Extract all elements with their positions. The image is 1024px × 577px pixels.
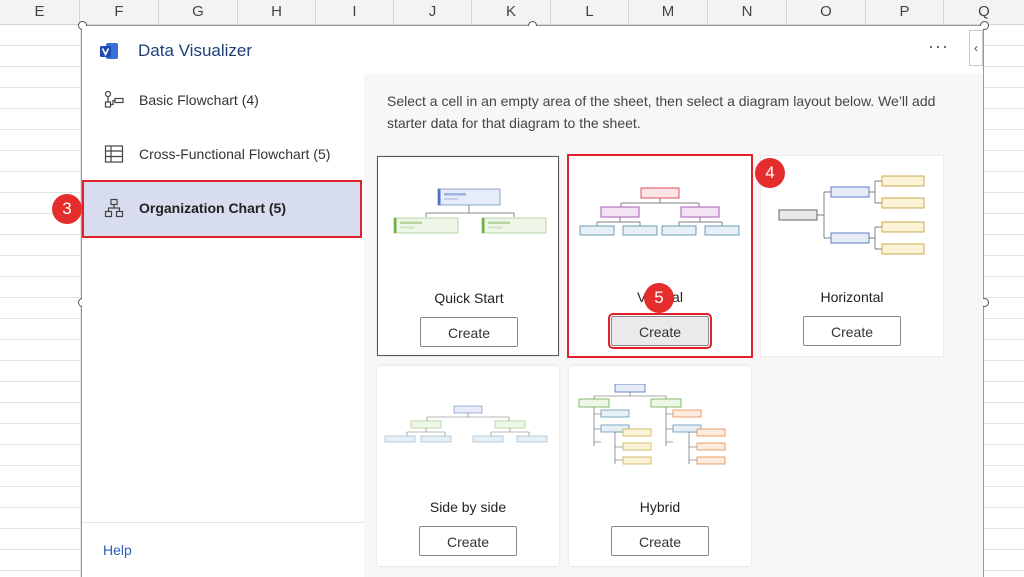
column-header-g[interactable]: G bbox=[159, 0, 238, 24]
column-header-n[interactable]: N bbox=[708, 0, 787, 24]
org-chart-icon bbox=[104, 198, 124, 218]
sidebar-item-organization-chart[interactable]: Organization Chart (5) bbox=[82, 180, 362, 238]
more-options-button[interactable]: ··· bbox=[928, 36, 949, 57]
layout-gallery: Select a cell in an empty area of the sh… bbox=[364, 74, 983, 577]
layout-card-name: Side by side bbox=[429, 499, 507, 515]
create-button[interactable]: Create bbox=[608, 313, 712, 349]
hybrid-thumbnail bbox=[578, 384, 726, 465]
column-header-m[interactable]: M bbox=[629, 0, 708, 24]
quick-start-thumbnail bbox=[393, 188, 547, 234]
title-bar: Data Visualizer ··· bbox=[82, 26, 983, 74]
column-header-f[interactable]: F bbox=[80, 0, 159, 24]
layout-card-horizontal[interactable]: Horizontal Create bbox=[761, 156, 943, 356]
column-header-k[interactable]: K bbox=[472, 0, 551, 24]
create-button[interactable]: Create bbox=[611, 526, 709, 556]
step-badge-3: 3 bbox=[52, 194, 82, 224]
step-badge-4: 4 bbox=[755, 158, 785, 188]
create-button[interactable]: Create bbox=[420, 317, 518, 347]
column-header-p[interactable]: P bbox=[866, 0, 944, 24]
app-title: Data Visualizer bbox=[138, 41, 253, 60]
layout-card-hybrid[interactable]: Hybrid Create bbox=[569, 366, 751, 566]
sidebar-item-label: Cross-Functional Flowchart (5) bbox=[139, 146, 331, 162]
sidebar: Basic Flowchart (4) Cross-Functional Flo… bbox=[82, 74, 365, 577]
column-header-h[interactable]: H bbox=[238, 0, 316, 24]
sidebar-divider bbox=[82, 522, 364, 523]
visio-logo-icon bbox=[100, 43, 118, 59]
layout-card-quick-start[interactable]: Quick Start Create bbox=[377, 156, 559, 356]
horizontal-thumbnail bbox=[778, 175, 925, 255]
column-header-j[interactable]: J bbox=[394, 0, 472, 24]
column-header-i[interactable]: I bbox=[316, 0, 394, 24]
column-header-l[interactable]: L bbox=[551, 0, 629, 24]
help-link[interactable]: Help bbox=[103, 542, 132, 558]
layout-card-name: Hybrid bbox=[639, 499, 681, 515]
create-button[interactable]: Create bbox=[419, 526, 517, 556]
sidebar-item-basic-flowchart[interactable]: Basic Flowchart (4) bbox=[84, 74, 360, 128]
side-by-side-thumbnail bbox=[384, 405, 548, 443]
step-badge-5: 5 bbox=[644, 283, 674, 313]
instructions-text: Select a cell in an empty area of the sh… bbox=[387, 93, 936, 131]
column-header-bar: E F G H I J K L M N O P Q bbox=[0, 0, 1024, 25]
collapse-pane-button[interactable]: ‹ bbox=[969, 30, 983, 66]
layout-card-vertical[interactable]: Vertical Create bbox=[567, 154, 753, 358]
sidebar-item-label: Organization Chart (5) bbox=[139, 200, 287, 216]
table-icon bbox=[104, 145, 124, 163]
vertical-thumbnail bbox=[579, 187, 740, 236]
sidebar-item-cross-functional-flowchart[interactable]: Cross-Functional Flowchart (5) bbox=[84, 128, 360, 182]
sidebar-item-label: Basic Flowchart (4) bbox=[139, 92, 259, 108]
column-header-e[interactable]: E bbox=[0, 0, 80, 24]
layout-card-side-by-side[interactable]: Side by side Create bbox=[377, 366, 559, 566]
column-header-o[interactable]: O bbox=[787, 0, 866, 24]
layout-card-name: Horizontal bbox=[820, 289, 884, 305]
flowchart-icon bbox=[104, 90, 124, 108]
create-button[interactable]: Create bbox=[803, 316, 901, 346]
layout-card-name: Quick Start bbox=[434, 290, 504, 306]
